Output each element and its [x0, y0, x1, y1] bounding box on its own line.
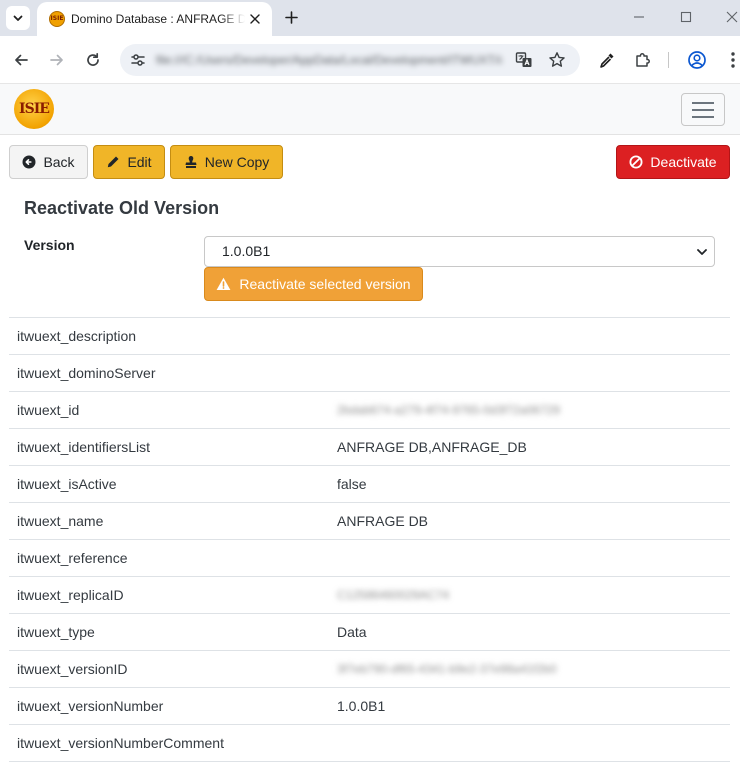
property-value: 3f7eb790-df65-4341-b9e2-37e98a41f2b0 — [337, 662, 557, 676]
property-key: itwuext_description — [17, 328, 137, 344]
table-row: itwuext_replicaID C12586460029AC74 — [9, 577, 730, 614]
edit-button[interactable]: Edit — [93, 145, 165, 179]
table-row: itwuext_type Data — [9, 614, 730, 651]
back-button-label: Back — [43, 154, 75, 170]
extensions-button[interactable] — [631, 48, 655, 72]
tab-close-button[interactable] — [246, 10, 264, 28]
arrow-circle-left-icon — [22, 155, 36, 169]
reactivate-version-button-label: Reactivate selected version — [239, 276, 411, 292]
reload-icon — [87, 52, 99, 66]
property-value: 1.0.0B1 — [337, 698, 386, 714]
property-key: itwuext_id — [17, 402, 80, 418]
version-label: Version — [24, 237, 75, 253]
property-key: itwuext_versionNumberComment — [17, 735, 224, 751]
app-navbar: ISIE — [0, 84, 740, 135]
eyedropper-extension-button[interactable] — [595, 48, 619, 72]
property-key: itwuext_name — [17, 513, 104, 529]
property-key: itwuext_reference — [17, 550, 128, 566]
table-row: itwuext_name ANFRAGE DB — [9, 503, 730, 540]
table-row: itwuext_identifiersList ANFRAGE DB,ANFRAG… — [9, 429, 730, 466]
chevron-down-icon — [697, 249, 707, 255]
close-icon — [250, 14, 260, 24]
hamburger-line — [692, 115, 714, 118]
toolbar-separator — [668, 52, 669, 68]
more-vert-icon — [731, 52, 735, 68]
property-key: itwuext_identifiersList — [17, 439, 151, 455]
browser-toolbar: file:///C:/Users/Developer/AppData/Local… — [0, 36, 740, 84]
tune-icon — [131, 54, 145, 66]
menu-toggle-button[interactable] — [681, 93, 725, 126]
chevron-down-icon — [13, 15, 23, 21]
close-icon — [726, 11, 738, 23]
new-copy-button-label: New Copy — [204, 154, 270, 170]
deactivate-button-label: Deactivate — [650, 154, 717, 170]
reactivate-section-title: Reactivate Old Version — [24, 198, 220, 218]
tab-search-button[interactable] — [6, 6, 30, 30]
table-row: itwuext_versionID 3f7eb790-df65-4341-b9e2… — [9, 651, 730, 688]
property-key: itwuext_versionNumber — [17, 698, 164, 714]
version-select[interactable]: 1.0.0B1 — [204, 236, 715, 267]
translate-button[interactable] — [514, 50, 534, 70]
reactivate-version-button[interactable]: Reactivate selected version — [204, 267, 423, 301]
profile-button[interactable] — [685, 48, 709, 72]
table-row: itwuext_description — [9, 318, 730, 355]
property-value: Data — [337, 624, 367, 640]
maximize-icon — [680, 11, 692, 23]
favicon-icon: ISIE — [49, 11, 65, 27]
property-key: itwuext_replicaID — [17, 587, 124, 603]
new-tab-button[interactable] — [280, 6, 302, 28]
property-value: C12586460029AC74 — [337, 588, 450, 602]
property-key: itwuext_type — [17, 624, 95, 640]
browser-tabstrip: ISIE Domino Database : ANFRAGE DB — [0, 0, 740, 36]
reload-button[interactable] — [81, 48, 105, 72]
deactivate-button[interactable]: Deactivate — [616, 145, 730, 179]
property-key: itwuext_isActive — [17, 476, 117, 492]
address-bar[interactable]: file:///C:/Users/Developer/AppData/Local… — [120, 44, 580, 76]
property-value: 2bdab674-a279-4f74-9765-0d3f72a06729 — [337, 403, 560, 417]
property-key: itwuext_dominoServer — [17, 365, 156, 381]
hamburger-line — [692, 101, 714, 104]
new-copy-button[interactable]: New Copy — [170, 145, 283, 179]
edit-button-label: Edit — [127, 154, 152, 170]
puzzle-icon — [636, 53, 650, 67]
hamburger-line — [692, 108, 714, 111]
url-text: file:///C:/Users/Developer/AppData/Local… — [156, 53, 502, 67]
table-row: itwuext_id 2bdab674-a279-4f74-9765-0d3f72… — [9, 392, 730, 429]
maximize-button[interactable] — [673, 5, 699, 29]
forward-nav-button[interactable] — [45, 48, 69, 72]
back-nav-button[interactable] — [9, 48, 33, 72]
table-row: itwuext_reference — [9, 540, 730, 577]
table-row: itwuext_versionNumberComment — [9, 725, 730, 762]
table-row: itwuext_versionNumber 1.0.0B1 — [9, 688, 730, 725]
plus-icon — [284, 10, 298, 24]
warning-icon — [216, 277, 231, 290]
stamp-icon — [185, 156, 197, 168]
translate-icon — [515, 52, 532, 67]
property-key: itwuext_versionID — [17, 661, 128, 677]
minimize-button[interactable] — [626, 5, 652, 29]
table-row: itwuext_dominoServer — [9, 355, 730, 392]
window-close-button[interactable] — [719, 5, 740, 29]
minimize-icon — [634, 16, 644, 18]
tab-title: Domino Database : ANFRAGE DB — [71, 12, 245, 26]
table-row: itwuext_isActive false — [9, 466, 730, 503]
arrow-left-icon — [15, 54, 28, 66]
app-logo[interactable]: ISIE — [14, 89, 54, 129]
browser-tab-active[interactable]: ISIE Domino Database : ANFRAGE DB — [37, 2, 272, 36]
account-circle-icon — [688, 51, 706, 69]
ban-icon — [629, 155, 643, 169]
arrow-right-icon — [50, 54, 63, 66]
star-icon — [549, 52, 565, 67]
back-button[interactable]: Back — [9, 145, 88, 179]
version-select-value: 1.0.0B1 — [222, 243, 271, 259]
property-value: ANFRAGE DB,ANFRAGE_DB — [337, 439, 527, 455]
site-info-button[interactable] — [128, 50, 148, 70]
properties-table: itwuext_description itwuext_dominoServer… — [9, 317, 730, 762]
browser-menu-button[interactable] — [721, 48, 740, 72]
property-value: ANFRAGE DB — [337, 513, 429, 529]
eyedropper-icon — [600, 53, 614, 68]
property-value: false — [337, 476, 367, 492]
bookmark-star-button[interactable] — [547, 50, 567, 70]
pencil-icon — [108, 156, 119, 168]
